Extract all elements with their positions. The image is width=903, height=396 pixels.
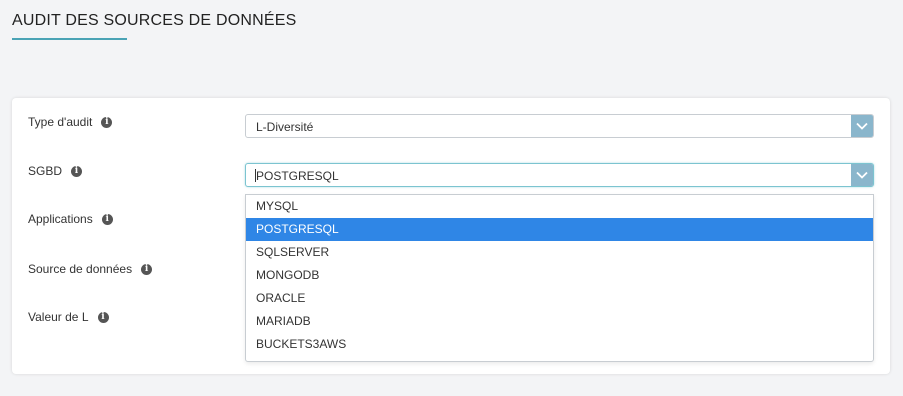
option-sqlserver[interactable]: SQLSERVER bbox=[246, 241, 873, 264]
info-icon[interactable]: i bbox=[141, 263, 153, 275]
sgbd-value: POSTGRESQL bbox=[256, 169, 339, 183]
field-label: Applications bbox=[28, 212, 93, 226]
option-mongodb[interactable]: MONGODB bbox=[246, 264, 873, 287]
info-icon[interactable]: i bbox=[97, 311, 109, 323]
field-label: Source de données bbox=[28, 262, 133, 276]
field-label: Valeur de L bbox=[28, 310, 89, 324]
page-title: AUDIT DES SOURCES DE DONNÉES bbox=[12, 12, 297, 29]
field-source-donnees: Source de données i bbox=[28, 262, 153, 276]
chevron-down-icon[interactable] bbox=[851, 164, 873, 186]
field-applications: Applications i bbox=[28, 212, 113, 226]
field-label: Type d'audit bbox=[28, 115, 93, 129]
option-mariadb[interactable]: MARIADB bbox=[246, 310, 873, 333]
sgbd-dropdown-list: MYSQL POSTGRESQL SQLSERVER MONGODB ORACL… bbox=[245, 194, 874, 362]
field-valeur-l: Valeur de L i bbox=[28, 310, 109, 324]
option-mysql[interactable]: MYSQL bbox=[246, 195, 873, 218]
field-sgbd: SGBD i bbox=[28, 164, 83, 178]
info-icon[interactable]: i bbox=[71, 165, 83, 177]
audit-type-value: L-Diversité bbox=[256, 120, 314, 134]
chevron-down-icon[interactable] bbox=[851, 115, 873, 137]
option-buckets3aws[interactable]: BUCKETS3AWS bbox=[246, 333, 873, 356]
sgbd-select[interactable]: POSTGRESQL bbox=[245, 163, 874, 187]
option-oracle[interactable]: ORACLE bbox=[246, 287, 873, 310]
option-postgresql[interactable]: POSTGRESQL bbox=[246, 218, 873, 241]
field-label: SGBD bbox=[28, 164, 63, 178]
info-icon[interactable]: i bbox=[101, 116, 113, 128]
audit-form-card: Type d'audit i SGBD i Applications i Sou… bbox=[12, 98, 890, 374]
audit-type-select[interactable]: L-Diversité bbox=[245, 114, 874, 138]
info-icon[interactable]: i bbox=[101, 213, 113, 225]
title-underline bbox=[12, 38, 127, 40]
field-type-audit: Type d'audit i bbox=[28, 115, 113, 129]
